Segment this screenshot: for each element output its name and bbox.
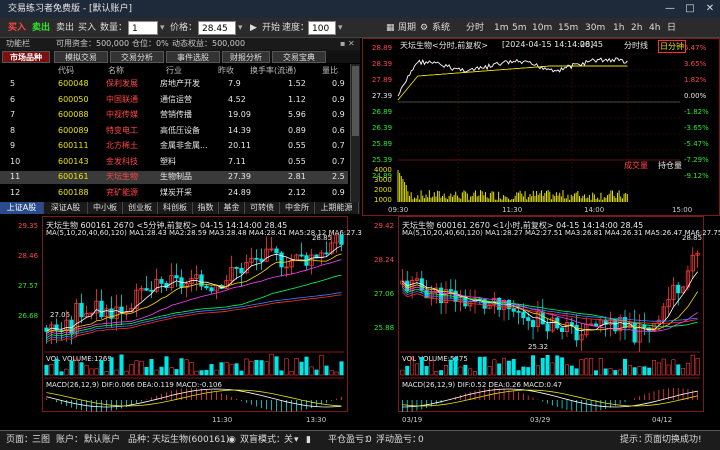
volume-bar xyxy=(603,368,608,376)
ma-line xyxy=(402,285,698,333)
volume-bar xyxy=(681,367,686,376)
volume-bar xyxy=(632,367,637,376)
candle-body xyxy=(526,317,531,321)
volume-bar xyxy=(458,366,463,376)
volume-bar xyxy=(569,365,574,376)
volume-bar xyxy=(468,368,473,376)
volume-bar xyxy=(671,359,676,376)
volume-bar xyxy=(453,357,458,376)
status-view[interactable]: 三图 xyxy=(32,431,50,449)
volume-bar xyxy=(593,370,598,376)
volume-bar xyxy=(695,357,700,376)
volume-bar xyxy=(579,359,584,376)
volume-bar xyxy=(448,359,453,376)
mode-dropdown-icon[interactable]: ▾ xyxy=(294,431,299,449)
status-mode[interactable]: 关 xyxy=(284,431,293,449)
bar-icon: ▮ xyxy=(306,435,311,445)
volume-bar xyxy=(690,354,695,376)
volume-bar xyxy=(564,364,569,376)
volume-bar xyxy=(584,358,589,376)
candle-body xyxy=(448,289,453,292)
status-pl: 0 xyxy=(366,435,372,445)
volume-bar xyxy=(661,358,666,376)
status-sym[interactable]: 天坛生物(600161) xyxy=(152,431,229,449)
volume-bar xyxy=(642,366,647,376)
candle-body xyxy=(560,327,565,332)
volume-bar xyxy=(463,364,468,376)
candle-body xyxy=(540,311,545,325)
volume-bar xyxy=(443,364,448,376)
volume-bar xyxy=(473,371,477,376)
volume-bar xyxy=(526,367,531,376)
status-bar: 页面： 三图 账户： 默认账户 品种： 天坛生物(600161) ◉ 双盲模式：… xyxy=(0,430,720,450)
volume-bar xyxy=(419,357,424,376)
volume-bar xyxy=(511,358,516,376)
volume-bar xyxy=(676,364,681,376)
volume-bar xyxy=(540,357,545,376)
kr-chart xyxy=(400,247,700,412)
volume-bar xyxy=(637,366,642,376)
volume-bar xyxy=(477,356,482,376)
candle-body xyxy=(545,323,550,332)
volume-bar xyxy=(414,363,419,376)
status-fl-label: 浮动盈亏： xyxy=(376,435,422,445)
candle-body xyxy=(676,284,681,294)
volume-bar xyxy=(627,364,632,376)
volume-bar xyxy=(560,357,565,376)
volume-bar xyxy=(685,362,690,376)
volume-bar xyxy=(439,370,444,376)
status-acct[interactable]: 默认账户 xyxy=(84,431,120,449)
volume-bar xyxy=(521,366,526,376)
volume-bar xyxy=(656,362,661,376)
candle-body xyxy=(642,324,647,329)
status-tip: 页面切换成功! xyxy=(644,435,702,445)
volume-bar xyxy=(623,358,627,376)
candle-body xyxy=(511,308,516,312)
dea-line xyxy=(402,389,698,407)
volume-bar xyxy=(608,368,613,376)
candle-body xyxy=(516,310,521,313)
status-page-label: 页面： xyxy=(6,435,34,445)
mode-icon: ◉ xyxy=(228,435,236,445)
status-tip-label: 提示： xyxy=(620,435,648,445)
volume-bar xyxy=(482,356,487,376)
status-fl: 0 xyxy=(418,435,424,445)
volume-bar xyxy=(516,370,521,376)
volume-bar xyxy=(589,358,594,376)
status-sym-label: 品种： xyxy=(128,435,156,445)
volume-bar xyxy=(405,365,410,376)
volume-bar xyxy=(666,364,671,376)
status-mode-label: 双盲模式： xyxy=(240,435,286,445)
volume-bar xyxy=(652,360,657,376)
candle-body xyxy=(530,320,536,328)
candle-body xyxy=(521,311,526,319)
volume-bar xyxy=(492,359,497,376)
candle-body xyxy=(593,323,599,327)
volume-bar xyxy=(400,369,405,376)
ma-line xyxy=(402,289,698,322)
volume-bar xyxy=(574,368,579,376)
ma-line xyxy=(402,291,698,324)
volume-bar xyxy=(410,356,415,376)
volume-bar xyxy=(424,366,429,376)
volume-bar xyxy=(531,355,536,376)
volume-bar xyxy=(487,366,492,376)
candle-body xyxy=(632,321,637,343)
volume-bar xyxy=(434,371,439,376)
volume-bar xyxy=(598,357,603,376)
volume-bar xyxy=(545,354,550,376)
volume-bar xyxy=(429,359,434,376)
volume-bar xyxy=(497,363,502,376)
volume-bar xyxy=(550,362,555,376)
volume-bar xyxy=(618,369,623,376)
ma-line xyxy=(402,271,698,332)
volume-bar xyxy=(535,365,540,376)
volume-bar xyxy=(613,370,618,376)
volume-bar xyxy=(555,355,560,376)
volume-bar xyxy=(502,357,507,376)
volume-bar xyxy=(506,360,511,376)
volume-bar xyxy=(647,367,652,376)
status-acct-label: 账户： xyxy=(56,435,84,445)
